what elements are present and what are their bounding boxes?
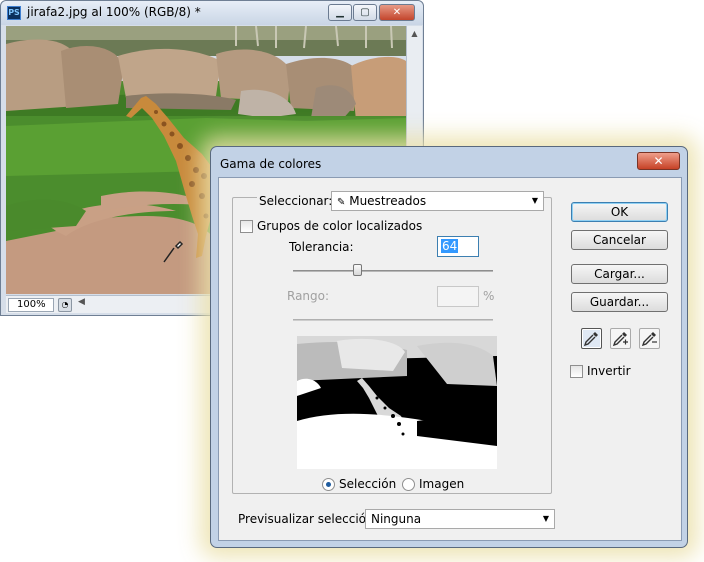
eyedropper-icon	[583, 332, 598, 347]
zoom-field[interactable]: 100%	[8, 298, 54, 312]
preview-selection-dropdown[interactable]: Ninguna ▼	[365, 509, 555, 529]
eyedropper-plus-icon	[612, 332, 628, 347]
radio-selection-label: Selección	[339, 477, 397, 491]
range-label: Rango:	[287, 289, 330, 303]
close-icon: ✕	[653, 154, 664, 168]
scroll-up-arrow-icon[interactable]: ▲	[407, 26, 422, 41]
save-button[interactable]: Guardar...	[571, 292, 668, 312]
tolerance-input[interactable]: 64	[437, 236, 479, 257]
radio-image-label: Imagen	[419, 477, 465, 491]
tolerance-label: Tolerancia:	[289, 240, 354, 254]
eyedropper-add-button[interactable]	[610, 328, 631, 349]
tolerance-slider[interactable]	[293, 270, 493, 272]
tolerance-value: 64	[441, 239, 459, 253]
localized-checkbox[interactable]	[240, 220, 253, 233]
close-icon: ✕	[392, 7, 402, 18]
chevron-down-icon: ▼	[542, 514, 549, 523]
range-input	[437, 286, 479, 307]
minimize-icon: ▁	[336, 7, 344, 18]
dialog-close-button[interactable]: ✕	[637, 152, 680, 170]
minimize-button[interactable]: ▁	[328, 4, 352, 21]
invert-label: Invertir	[587, 364, 631, 378]
maximize-button[interactable]: ▢	[353, 4, 377, 21]
eyedropper-minus-icon	[641, 332, 657, 347]
close-button[interactable]: ✕	[379, 4, 415, 21]
dialog-body: Seleccionar: ✎ Muestreados ▼ Grupos de c…	[218, 177, 682, 541]
select-dropdown[interactable]: ✎ Muestreados ▼	[331, 191, 544, 211]
scroll-left-arrow-icon[interactable]: ◀	[78, 297, 85, 307]
document-titlebar[interactable]: PS jirafa2.jpg al 100% (RGB/8) * ▁ ▢ ✕	[1, 1, 423, 25]
select-label: Seleccionar:	[257, 194, 335, 208]
ok-button[interactable]: OK	[571, 202, 668, 222]
dialog-title: Gama de colores	[220, 157, 322, 171]
localized-label: Grupos de color localizados	[257, 219, 423, 233]
eyedropper-icon: ✎	[337, 197, 346, 208]
tolerance-slider-thumb[interactable]	[353, 264, 362, 276]
range-unit: %	[483, 289, 495, 303]
eyedropper-subtract-button[interactable]	[639, 328, 660, 349]
radio-selection[interactable]	[322, 478, 335, 491]
document-title: jirafa2.jpg al 100% (RGB/8) *	[27, 5, 201, 19]
load-button[interactable]: Cargar...	[571, 264, 668, 284]
range-slider	[293, 319, 493, 321]
chevron-down-icon: ▼	[531, 196, 538, 205]
maximize-icon: ▢	[360, 7, 370, 18]
selection-preview	[297, 336, 497, 469]
navigator-icon[interactable]: ◔	[58, 298, 72, 312]
preview-selection-value: Ninguna	[371, 512, 422, 526]
preview-mask	[297, 336, 497, 469]
radio-image[interactable]	[402, 478, 415, 491]
invert-checkbox[interactable]	[570, 365, 583, 378]
photoshop-icon: PS	[7, 6, 21, 20]
select-value: Muestreados	[349, 194, 427, 208]
eyedropper-button[interactable]	[581, 328, 602, 349]
preview-selection-label: Previsualizar selección:	[238, 512, 378, 526]
color-range-dialog: Gama de colores ✕ Seleccionar: ✎ Muestre…	[210, 146, 688, 548]
cancel-button[interactable]: Cancelar	[571, 230, 668, 250]
